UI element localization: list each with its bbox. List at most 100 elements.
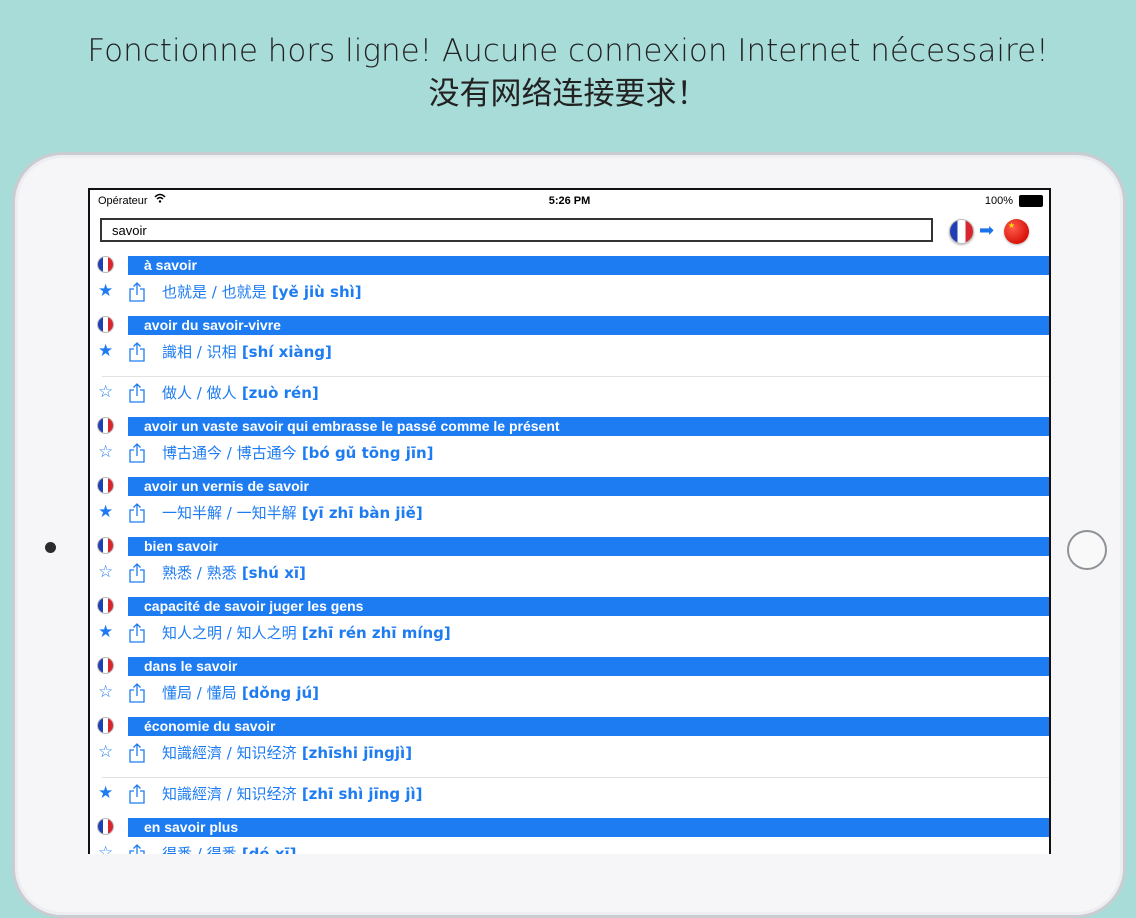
translation-text[interactable]: 知人之明 / 知人之明 [zhī rén zhī míng] [162,624,451,642]
star-outline-icon[interactable]: ☆ [98,564,113,581]
translation-text[interactable]: 一知半解 / 一知半解 [yī zhī bàn jiě] [162,504,423,522]
star-filled-icon[interactable]: ★ [98,283,113,300]
star-outline-icon[interactable]: ☆ [98,845,113,855]
share-icon[interactable] [128,743,146,763]
star-outline-icon[interactable]: ☆ [98,684,113,701]
battery-icon [1019,195,1043,207]
pinyin: [dǒng jú] [241,684,320,702]
french-entry-row[interactable]: bien savoir [90,535,1049,557]
chinese-characters: 一知半解 / 一知半解 [162,504,297,522]
french-term: dans le savoir [128,657,1049,676]
translation-text[interactable]: 知識經濟 / 知识经济 [zhī shì jīng jì] [162,785,423,803]
share-icon[interactable] [128,503,146,523]
translation-text[interactable]: 識相 / 识相 [shí xiàng] [162,343,332,361]
france-flag-icon [97,597,114,614]
translation-text[interactable]: 知識經濟 / 知识经济 [zhīshi jīngjì] [162,744,412,762]
chinese-characters: 熟悉 / 熟悉 [162,564,237,582]
target-language-flag-icon[interactable] [1004,219,1029,244]
share-icon[interactable] [128,563,146,583]
translation-text[interactable]: 做人 / 做人 [zuò rén] [162,384,319,402]
french-term: capacité de savoir juger les gens [128,597,1049,616]
translation-text[interactable]: 也就是 / 也就是 [yě jiù shì] [162,283,362,301]
star-filled-icon[interactable]: ★ [98,504,113,521]
home-button[interactable] [1067,530,1107,570]
french-term: avoir du savoir-vivre [128,316,1049,335]
translation-row[interactable]: ★ 也就是 / 也就是 [yě jiù shì] [90,276,1049,308]
translation-text[interactable]: 博古通今 / 博古通今 [bó gǔ tōng jīn] [162,444,434,462]
arrow-right-icon[interactable]: ➡ [979,222,994,240]
camera-icon [45,542,56,553]
france-flag-icon [97,657,114,674]
french-entry-row[interactable]: avoir du savoir-vivre [90,314,1049,336]
share-icon[interactable] [128,784,146,804]
translation-row[interactable]: ★ 識相 / 识相 [shí xiàng] [90,336,1049,368]
chinese-characters: 懂局 / 懂局 [162,684,237,702]
pinyin: [dé xī] [241,845,297,854]
pinyin: [shú xī] [241,564,306,582]
results-list: à savoir ★ 也就是 / 也就是 [yě jiù shì] avoir du … [90,254,1049,854]
headline-french: Fonctionne hors ligne! Aucune connexion … [87,33,1049,69]
star-filled-icon[interactable]: ★ [98,624,113,641]
chinese-characters: 知識經濟 / 知识经济 [162,744,297,762]
headline-chinese: 没有网络连接要求！ [428,76,708,112]
french-entry-row[interactable]: avoir un vernis de savoir [90,475,1049,497]
translation-text[interactable]: 懂局 / 懂局 [dǒng jú] [162,684,319,702]
clock: 5:26 PM [548,195,591,207]
france-flag-icon [97,256,114,273]
french-entry-row[interactable]: capacité de savoir juger les gens [90,595,1049,617]
translation-row[interactable]: ★ 一知半解 / 一知半解 [yī zhī bàn jiě] [90,497,1049,529]
french-term: en savoir plus [128,818,1049,837]
translation-row[interactable]: ☆ 知識經濟 / 知识经济 [zhīshi jīngjì] [90,737,1049,769]
france-flag-icon [97,477,114,494]
french-entry-row[interactable]: avoir un vaste savoir qui embrasse le pa… [90,415,1049,437]
share-icon[interactable] [128,683,146,703]
promo-headline: Fonctionne hors ligne! Aucune connexion … [0,30,1136,116]
share-icon[interactable] [128,443,146,463]
search-input[interactable] [100,218,933,242]
pinyin: [zhī shì jīng jì] [301,785,423,803]
chinese-characters: 知識經濟 / 知识经济 [162,785,297,803]
french-entry-row[interactable]: économie du savoir [90,715,1049,737]
status-bar: Opérateur 5:26 PM 100% [90,190,1049,212]
chinese-characters: 博古通今 / 博古通今 [162,444,297,462]
french-entry-row[interactable]: dans le savoir [90,655,1049,677]
france-flag-icon [97,717,114,734]
translation-text[interactable]: 熟悉 / 熟悉 [shú xī] [162,564,306,582]
french-entry-row[interactable]: en savoir plus [90,816,1049,838]
chinese-characters: 識相 / 识相 [162,343,237,361]
translation-row[interactable]: ★ 知識經濟 / 知识经济 [zhī shì jīng jì] [98,777,1049,810]
star-outline-icon[interactable]: ☆ [98,444,113,461]
translation-row[interactable]: ☆ 做人 / 做人 [zuò rén] [98,376,1049,409]
french-term: économie du savoir [128,717,1049,736]
france-flag-icon [97,818,114,835]
france-flag-icon [97,417,114,434]
app-screen: Opérateur 5:26 PM 100% ➡ à savoir ★ 也就是 / … [88,188,1051,854]
share-icon[interactable] [128,342,146,362]
share-icon[interactable] [128,623,146,643]
pinyin: [yě jiù shì] [271,283,362,301]
pinyin: [yī zhī bàn jiě] [301,504,423,522]
star-outline-icon[interactable]: ☆ [98,744,113,761]
france-flag-icon [97,316,114,333]
translation-text[interactable]: 得悉 / 得悉 [dé xī] [162,845,297,854]
share-icon[interactable] [128,383,146,403]
french-term: à savoir [128,256,1049,275]
star-filled-icon[interactable]: ★ [98,785,113,802]
translation-row[interactable]: ☆ 懂局 / 懂局 [dǒng jú] [90,677,1049,709]
star-filled-icon[interactable]: ★ [98,343,113,360]
pinyin: [zhīshi jīngjì] [301,744,413,762]
chinese-characters: 做人 / 做人 [162,384,237,402]
translation-row[interactable]: ★ 知人之明 / 知人之明 [zhī rén zhī míng] [90,617,1049,649]
chinese-characters: 得悉 / 得悉 [162,845,237,854]
french-term: bien savoir [128,537,1049,556]
chinese-characters: 知人之明 / 知人之明 [162,624,297,642]
star-outline-icon[interactable]: ☆ [98,384,113,401]
share-icon[interactable] [128,282,146,302]
french-entry-row[interactable]: à savoir [90,254,1049,276]
share-icon[interactable] [128,844,146,854]
pinyin: [zhī rén zhī míng] [301,624,451,642]
translation-row[interactable]: ☆ 博古通今 / 博古通今 [bó gǔ tōng jīn] [90,437,1049,469]
source-language-flag-icon[interactable] [949,219,974,244]
translation-row[interactable]: ☆ 熟悉 / 熟悉 [shú xī] [90,557,1049,589]
pinyin: [bó gǔ tōng jīn] [301,444,434,462]
